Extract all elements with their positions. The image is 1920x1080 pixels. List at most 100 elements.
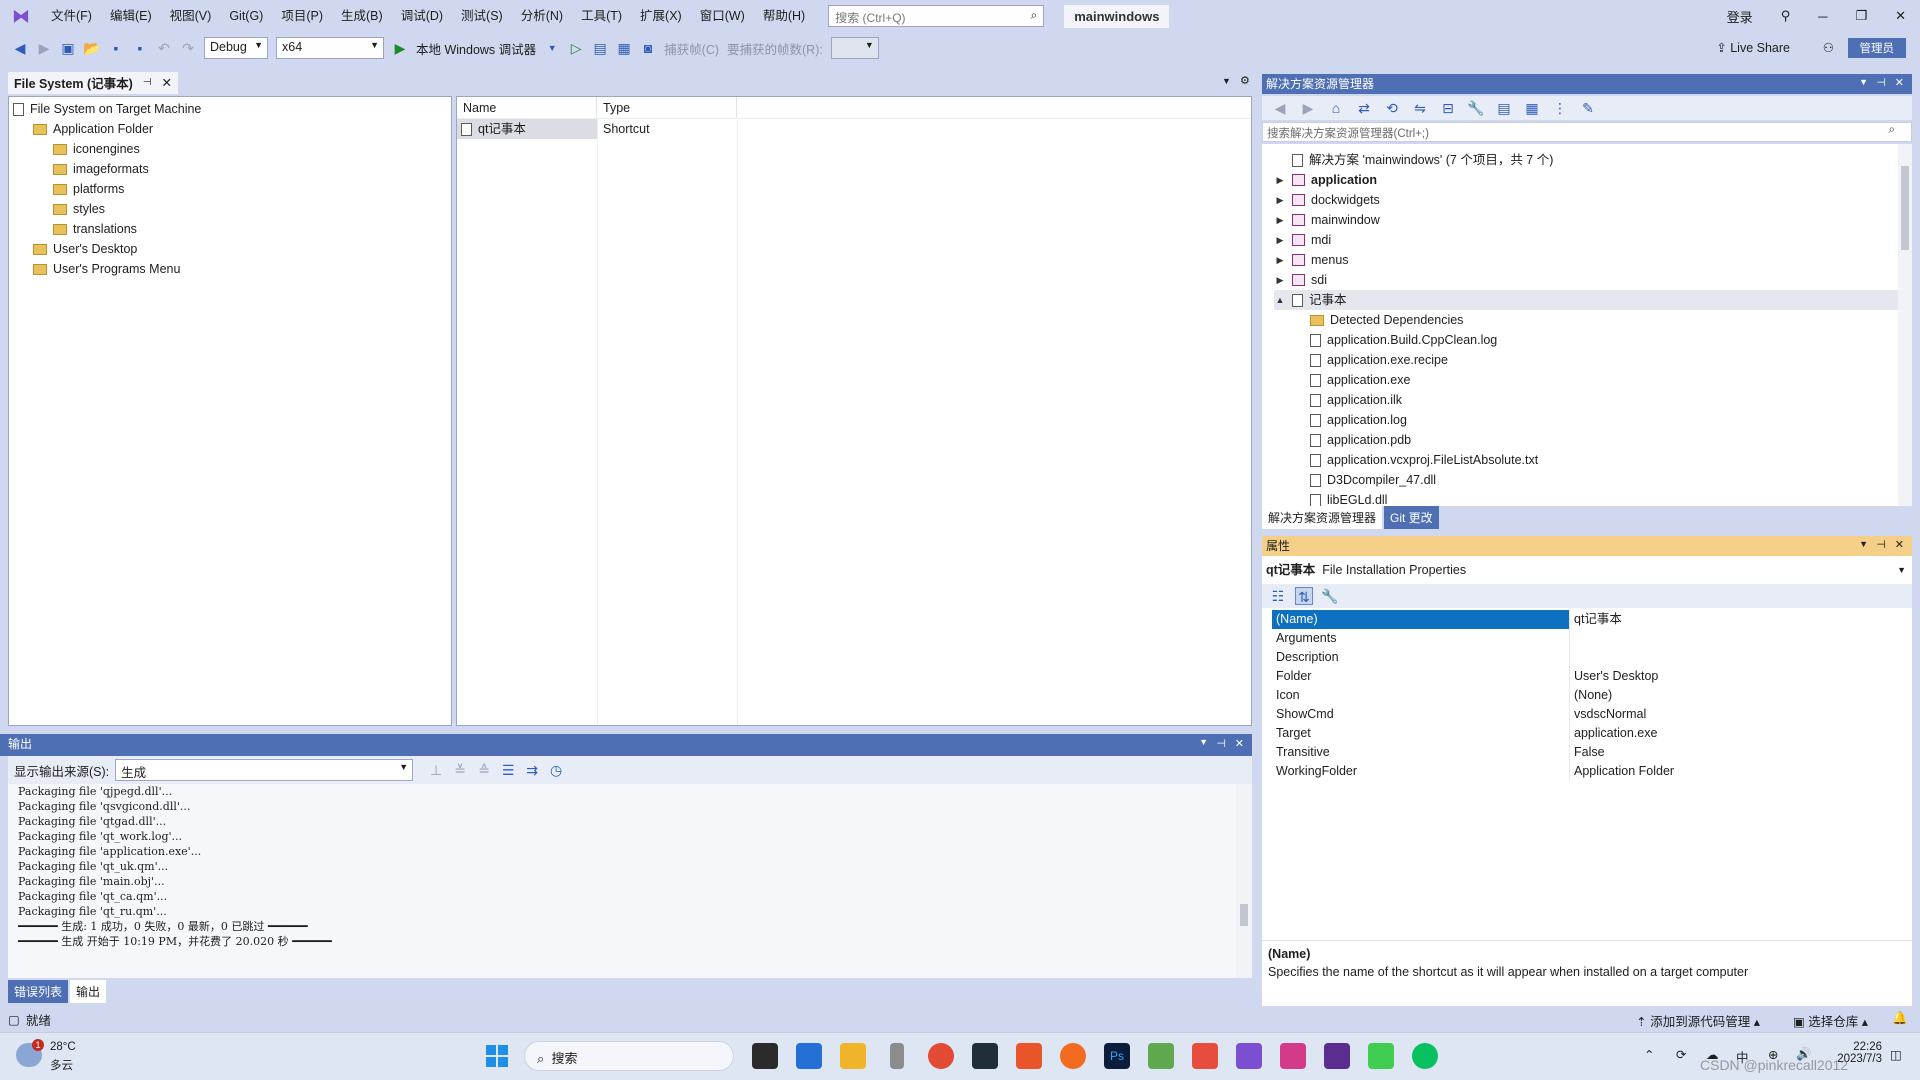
menu-item[interactable]: 扩展(X) [631,0,691,32]
browser-link-icon[interactable]: ▤ [591,39,609,57]
solution-tree-item[interactable]: application.Build.CppClean.log [1274,330,1912,350]
terminal-icon[interactable] [972,1043,998,1069]
properties-wrench-icon[interactable]: 🔧 [1467,99,1485,117]
column-header-name[interactable]: Name [457,97,597,118]
show-all-files-icon[interactable]: ▤ [1495,99,1513,117]
visual-studio-alt-icon[interactable] [1324,1043,1350,1069]
next-message-icon[interactable]: ≙ [475,761,493,779]
expand-icon[interactable]: ▶ [1274,210,1286,230]
property-row[interactable]: WorkingFolderApplication Folder [1272,762,1912,781]
timestamp-icon[interactable]: ◷ [547,761,565,779]
qt-creator-icon[interactable] [1368,1043,1394,1069]
property-row[interactable]: TransitiveFalse [1272,743,1912,762]
open-file-icon[interactable]: 📂 [83,39,101,57]
back-icon[interactable]: ◀ [11,39,29,57]
solution-tree-item[interactable]: ▶application [1274,170,1912,190]
menu-item[interactable]: 项目(P) [272,0,332,32]
expand-icon[interactable]: ▶ [1274,270,1286,290]
onenote-icon[interactable] [1280,1043,1306,1069]
minimize-button[interactable]: ─ [1804,9,1841,24]
snipping-tool-icon[interactable] [1192,1043,1218,1069]
close-button[interactable]: ✕ [1881,8,1920,24]
chevron-down-icon[interactable]: ▼ [1859,539,1868,549]
scrollbar[interactable] [1898,144,1912,506]
tree-item[interactable]: File System on Target Machine [13,99,447,119]
property-value[interactable]: qt记事本 [1570,610,1622,629]
close-icon[interactable]: ✕ [1895,538,1904,551]
microphone-icon[interactable] [890,1043,904,1069]
save-all-icon[interactable]: ▪ [131,39,149,57]
pin-icon[interactable]: ⊣ [1876,538,1886,551]
expand-icon[interactable]: ▶ [1274,230,1286,250]
forward-icon[interactable]: ▶ [1299,99,1317,117]
add-to-source-control-button[interactable]: ⇡ 添加到源代码管理 ▴ [1636,1011,1760,1030]
menu-item[interactable]: 窗口(W) [691,0,754,32]
app-swirl-icon[interactable] [1060,1043,1086,1069]
scrollbar[interactable] [1236,784,1252,978]
layout-icon[interactable]: ▦ [615,39,633,57]
word-wrap-icon[interactable]: ⇉ [523,761,541,779]
preview-icon[interactable]: ▦ [1523,99,1541,117]
expand-icon[interactable]: ▶ [1274,170,1286,190]
chevron-down-icon[interactable]: ▼ [543,39,561,57]
chrome-icon[interactable] [928,1043,954,1069]
solution-tree-item[interactable]: libEGLd.dll [1274,490,1912,506]
redo-icon[interactable]: ↷ [179,39,197,57]
solution-tree-item[interactable]: ▶dockwidgets [1274,190,1912,210]
forward-icon[interactable]: ▶ [35,39,53,57]
solution-tree-item[interactable]: application.exe.recipe [1274,350,1912,370]
pin-icon[interactable]: ⊣ [143,77,152,88]
restore-button[interactable]: ❐ [1841,8,1881,24]
feedback-icon[interactable]: ⚲ [1767,8,1805,24]
camera-icon[interactable]: ◙ [639,39,657,57]
pin-icon[interactable]: ⊣ [1876,76,1886,89]
alphabetical-icon[interactable]: ⇅ [1295,587,1313,605]
save-icon[interactable]: ▪ [107,39,125,57]
list-item[interactable]: qt记事本Shortcut [457,119,1251,139]
rider-icon[interactable] [1016,1043,1042,1069]
collapse-all-icon[interactable]: ⊟ [1439,99,1457,117]
search-input[interactable]: 搜索 (Ctrl+Q) ⌕ [828,5,1044,27]
notification-center-icon[interactable]: ◫ [1890,1047,1902,1062]
task-view-icon[interactable] [752,1043,778,1069]
chevron-down-icon[interactable]: ▼ [1199,737,1208,747]
output-text-area[interactable]: Packaging file 'qjpegd.dll'...Packaging … [8,784,1252,978]
expand-icon[interactable]: ▶ [1274,190,1286,210]
menu-item[interactable]: Git(G) [220,0,272,32]
property-value[interactable]: Application Folder [1570,762,1674,781]
menu-item[interactable]: 工具(T) [572,0,631,32]
solution-tree-item[interactable]: ▶mainwindow [1274,210,1912,230]
person-icon[interactable]: ⚇ [1823,40,1834,55]
menu-item[interactable]: 编辑(E) [101,0,161,32]
solution-explorer-search[interactable]: 搜索解决方案资源管理器(Ctrl+;) ⌕ [1262,122,1912,142]
menu-item[interactable]: 文件(F) [42,0,101,32]
wechat-icon[interactable] [1412,1043,1438,1069]
solution-tree-item[interactable]: D3Dcompiler_47.dll [1274,470,1912,490]
gear-icon[interactable]: ⚙ [1240,74,1250,87]
property-row[interactable]: Arguments [1272,629,1912,648]
property-row[interactable]: FolderUser's Desktop [1272,667,1912,686]
pin-icon[interactable]: ⊣ [1216,737,1226,750]
start-button[interactable] [486,1045,508,1067]
property-value[interactable]: application.exe [1570,724,1657,743]
properties-object-select[interactable]: qt记事本 File Installation Properties ▼ [1262,556,1912,584]
tree-item[interactable]: translations [13,219,447,239]
live-share-button[interactable]: ⇪ Live Share [1716,32,1790,64]
chevron-up-icon[interactable]: ⌃ [1644,1047,1654,1062]
property-row[interactable]: Description [1272,648,1912,667]
property-row[interactable]: Targetapplication.exe [1272,724,1912,743]
tab-output[interactable]: 输出 [70,980,106,1003]
start-debug-icon[interactable]: ▶ [391,39,409,57]
tree-item[interactable]: User's Programs Menu [13,259,447,279]
sync-icon[interactable]: ⇋ [1411,99,1429,117]
configuration-select[interactable]: Debug▼ [204,37,268,59]
property-row[interactable]: Icon(None) [1272,686,1912,705]
solution-name-badge[interactable]: mainwindows [1064,5,1169,28]
back-icon[interactable]: ◀ [1271,99,1289,117]
menu-item[interactable]: 帮助(H) [754,0,814,32]
edit-icon[interactable]: ✎ [1579,99,1597,117]
expand-icon[interactable]: ▶ [1274,250,1286,270]
menu-item[interactable]: 分析(N) [512,0,572,32]
find-message-icon[interactable]: ⊥ [427,761,445,779]
chevron-down-icon[interactable]: ▼ [1222,76,1231,86]
